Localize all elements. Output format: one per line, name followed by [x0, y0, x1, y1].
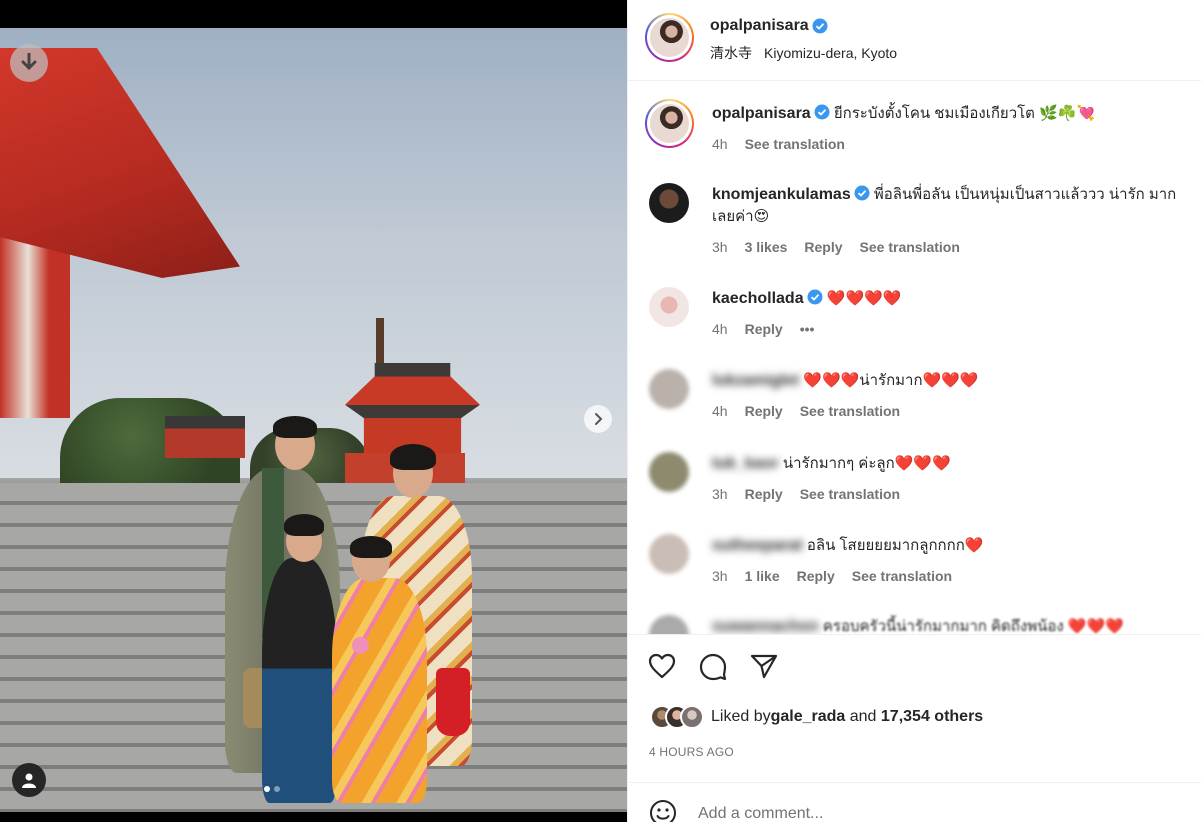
commenter-username[interactable]: sutheeparat	[712, 537, 803, 554]
author-avatar[interactable]	[645, 99, 694, 148]
location-link[interactable]: Kiyomizu-dera, Kyoto	[764, 45, 897, 61]
post-media	[0, 0, 627, 822]
comment-text: ❤️❤️❤️น่ารักมาก❤️❤️❤️	[803, 372, 979, 389]
carousel-dot	[274, 786, 280, 792]
caption-text: ยีกระบังตั้งโคน ชมเมืองเกียวโต 🌿☘️💘	[833, 105, 1096, 122]
reply-button[interactable]: Reply	[745, 321, 783, 337]
liked-by-user[interactable]: gale_rada	[771, 708, 846, 726]
share-paper-plane-icon[interactable]	[750, 653, 778, 679]
commenter-avatar[interactable]	[649, 183, 689, 223]
verified-badge-icon	[807, 289, 823, 305]
post-actions: Liked by gale_rada and 17,354 others 4 H…	[628, 634, 1201, 782]
see-translation-link[interactable]: See translation	[745, 136, 845, 152]
see-translation-link[interactable]: See translation	[800, 403, 900, 419]
liker-avatar	[680, 705, 704, 729]
comment-likes[interactable]: 3 likes	[745, 239, 788, 255]
comment-item: suwannachon ครอบครัวนี้น่ารักมากมาก คิดถ…	[628, 615, 1201, 634]
download-button[interactable]	[10, 44, 48, 82]
liked-by-and: and	[845, 708, 881, 725]
commenter-username[interactable]: tuk_kaor	[712, 455, 779, 472]
comment-likes[interactable]: 1 like	[745, 568, 780, 584]
comment-text: ครอบครัวนี้น่ารักมากมาก คิดถึงพน้อง ❤️❤️…	[822, 618, 1124, 634]
commenter-username[interactable]: knomjeankulamas	[712, 186, 851, 203]
see-translation-link[interactable]: See translation	[852, 568, 952, 584]
add-comment-bar: Add a comment...	[628, 782, 1201, 822]
verified-badge-icon	[814, 104, 830, 120]
comment-input[interactable]: Add a comment...	[698, 805, 823, 822]
reply-button[interactable]: Reply	[745, 486, 783, 502]
reply-button[interactable]: Reply	[804, 239, 842, 255]
comment-text: อลิน โสยยยยมากลูกกกก❤️	[806, 537, 984, 554]
like-heart-icon[interactable]	[648, 653, 676, 679]
chevron-right-icon	[595, 413, 603, 425]
verified-badge-icon	[812, 18, 828, 34]
liked-by-prefix: Liked by	[711, 708, 771, 725]
post-header: opalpanisara 清水寺 Kiyomizu-dera, Kyoto	[628, 0, 1201, 81]
likes-summary: Liked by gale_rada and 17,354 others	[650, 705, 983, 729]
commenter-avatar[interactable]	[649, 287, 689, 327]
comment-text: น่ารักมากๆ ค่ะลูก❤️❤️❤️	[782, 455, 951, 472]
caption-username[interactable]: opalpanisara	[712, 105, 811, 122]
comment-item: lukzamiglet ❤️❤️❤️น่ารักมาก❤️❤️❤️ 4h Rep…	[628, 369, 1201, 429]
comment-time: 3h	[712, 239, 728, 255]
post-caption: opalpanisara ยีกระบังตั้งโคน ชมเมืองเกีย…	[628, 99, 1201, 169]
reply-button[interactable]: Reply	[745, 403, 783, 419]
emoji-icon[interactable]	[649, 799, 677, 822]
liker-avatars[interactable]	[650, 705, 704, 729]
user-icon	[22, 773, 36, 788]
likes-count[interactable]: 17,354 others	[881, 708, 983, 726]
post-photo	[0, 28, 627, 812]
comment-item: knomjeankulamas พี่อลินพี่อลัน เป็นหนุ่ม…	[628, 183, 1201, 268]
comment-time: 3h	[712, 568, 728, 584]
comment-item: sutheeparat อลิน โสยยยยมากลูกกกก❤️ 3h 1 …	[628, 534, 1201, 594]
reply-button[interactable]: Reply	[797, 568, 835, 584]
caption-time: 4h	[712, 136, 728, 152]
commenter-username[interactable]: lukzamiglet	[712, 372, 799, 389]
commenter-username[interactable]: suwannachon	[712, 618, 819, 634]
author-username[interactable]: opalpanisara	[710, 17, 809, 35]
commenter-avatar[interactable]	[649, 452, 689, 492]
post-timestamp[interactable]: 4 HOURS AGO	[649, 745, 734, 759]
author-avatar[interactable]	[645, 13, 694, 62]
comment-time: 4h	[712, 321, 728, 337]
see-translation-link[interactable]: See translation	[800, 486, 900, 502]
more-options-button[interactable]: •••	[800, 321, 815, 337]
commenter-avatar[interactable]	[649, 369, 689, 409]
comments-list: opalpanisara ยีกระบังตั้งโคน ชมเมืองเกีย…	[628, 82, 1201, 634]
comment-time: 4h	[712, 403, 728, 419]
commenter-avatar[interactable]	[649, 534, 689, 574]
verified-badge-icon	[854, 185, 870, 201]
comment-item: kaechollada ❤️❤️❤️❤️ 4h Reply •••	[628, 287, 1201, 347]
location-japanese[interactable]: 清水寺	[710, 45, 752, 61]
commenter-avatar[interactable]	[649, 615, 689, 634]
post-sidebar: opalpanisara 清水寺 Kiyomizu-dera, Kyoto opa…	[627, 0, 1201, 822]
comment-text: ❤️❤️❤️❤️	[826, 290, 902, 307]
carousel-indicator	[264, 786, 280, 792]
comment-item: tuk_kaor น่ารักมากๆ ค่ะลูก❤️❤️❤️ 3h Repl…	[628, 452, 1201, 512]
commenter-username[interactable]: kaechollada	[712, 290, 804, 307]
tagged-users-button[interactable]	[12, 763, 46, 797]
download-icon	[21, 53, 37, 71]
comment-bubble-icon[interactable]	[699, 653, 727, 681]
carousel-next-button[interactable]	[584, 405, 612, 433]
see-translation-link[interactable]: See translation	[860, 239, 960, 255]
carousel-dot	[264, 786, 270, 792]
comment-time: 3h	[712, 486, 728, 502]
